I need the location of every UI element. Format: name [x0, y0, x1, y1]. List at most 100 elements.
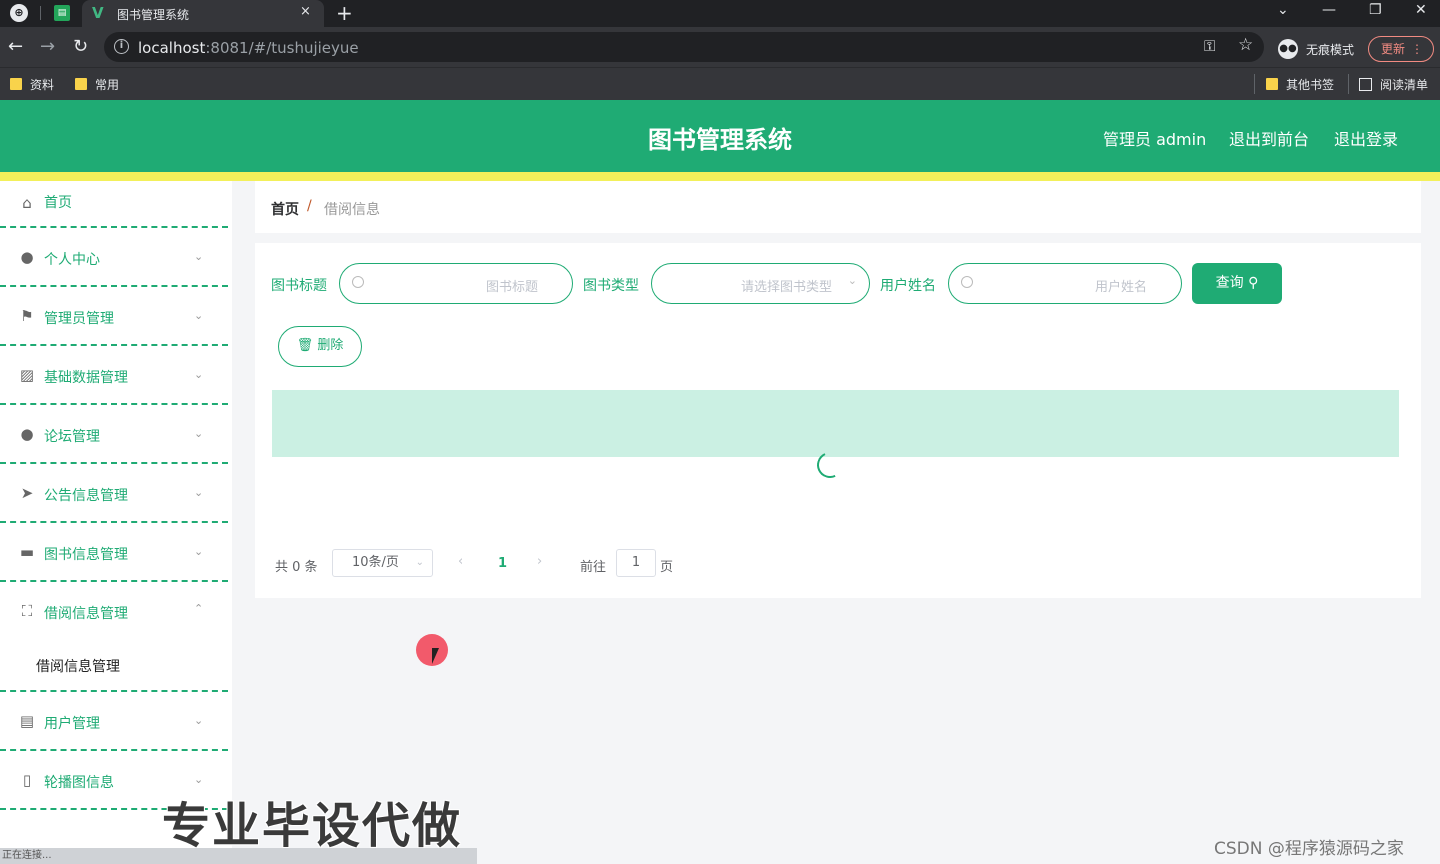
logout-link[interactable]: 退出登录 [1334, 126, 1398, 150]
sidebar-item-notice[interactable]: ➤ 公告信息管理 ⌄ [0, 464, 228, 523]
bookmark-other[interactable]: 其他书签 [1266, 76, 1334, 93]
bookmark-star-icon[interactable]: ☆ [1238, 35, 1253, 55]
next-page-icon[interactable]: › [537, 554, 542, 569]
type-filter-label: 图书类型 [583, 278, 639, 294]
sidebar-item-label: 个人中心 [44, 252, 100, 268]
mouse-cursor-icon [432, 648, 439, 664]
update-button[interactable]: 更新 ⋮ [1368, 36, 1434, 62]
browser-app-icon[interactable]: ⊕ [10, 4, 28, 22]
url-bar[interactable]: i localhost:8081/#/tushujieyue ⚿ ☆ [104, 32, 1264, 62]
exit-to-front-link[interactable]: 退出到前台 [1229, 126, 1309, 150]
prev-page-icon[interactable]: ‹ [458, 554, 463, 569]
minimize-icon[interactable]: — [1322, 2, 1336, 18]
chevron-down-icon: ⌄ [415, 557, 424, 568]
chevron-down-icon: ⌄ [194, 545, 204, 558]
reading-list[interactable]: 阅读清单 [1359, 76, 1428, 93]
incognito-icon[interactable]: ●● [1278, 39, 1298, 59]
home-icon: ⌂ [22, 194, 32, 212]
delete-button[interactable]: 🗑 删除 [278, 326, 362, 367]
type-placeholder: 请选择图书类型 [741, 280, 833, 295]
sidebar-item-label: 公告信息管理 [44, 488, 128, 504]
user-search-input[interactable]: 用户姓名 [948, 263, 1182, 304]
goto-page-input[interactable]: 1 [616, 549, 656, 577]
sidebar-item-borrow-info[interactable]: ⛶ 借阅信息管理 ⌃ [0, 582, 228, 641]
window-close-icon[interactable]: ✕ [1415, 2, 1427, 18]
bookmark-separator [1254, 74, 1255, 94]
browser-tab-bar: ⊕ ▤ V 图书管理系统 × + ⌄ — ❐ ✕ [0, 0, 1440, 27]
pinned-tab-icon[interactable]: ▤ [54, 5, 70, 21]
title-search-input[interactable]: 图书标题 [339, 263, 573, 304]
reading-list-label: 阅读清单 [1380, 78, 1429, 92]
main-panel: 图书标题 图书标题 图书类型 请选择图书类型 ⌄ 用户姓名 用户姓名 查询 ⚲ … [255, 243, 1421, 598]
back-icon[interactable]: ← [8, 36, 23, 57]
bookmark-folder-ziliao[interactable]: 资料 [10, 76, 54, 93]
more-menu-icon[interactable]: ⋮ [1411, 37, 1423, 61]
document-icon: ▤ [19, 712, 35, 730]
type-select[interactable]: 请选择图书类型 ⌄ [651, 263, 870, 304]
bookmarks-bar: 资料 常用 其他书签 阅读清单 [0, 67, 1440, 100]
forward-icon[interactable]: → [40, 36, 55, 57]
sidebar-item-book-info[interactable]: ▬ 图书信息管理 ⌄ [0, 523, 228, 582]
reading-list-icon [1359, 78, 1372, 91]
sidebar-item-label: 基础数据管理 [44, 370, 128, 386]
reload-icon[interactable]: ↻ [73, 36, 88, 57]
site-info-icon[interactable]: i [114, 39, 129, 54]
folder-icon [10, 78, 22, 90]
new-tab-icon[interactable]: + [336, 1, 353, 25]
vue-logo-icon: V [92, 4, 104, 22]
bookmark-folder-changyong[interactable]: 常用 [75, 76, 119, 93]
sidebar-item-personal-center[interactable]: ● 个人中心 ⌄ [0, 228, 228, 287]
query-button[interactable]: 查询 ⚲ [1192, 263, 1282, 304]
admin-label: 管理员 admin [1103, 130, 1207, 149]
user-icon: ● [20, 425, 34, 443]
url-text[interactable]: localhost:8081/#/tushujieyue [138, 39, 359, 57]
sidebar-item-base-data[interactable]: ▨ 基础数据管理 ⌄ [0, 346, 228, 405]
chevron-down-icon: ⌄ [194, 486, 204, 499]
page-number-active[interactable]: 1 [498, 556, 507, 571]
sidebar-item-admin-mgmt[interactable]: ⚑ 管理员管理 ⌄ [0, 287, 228, 346]
user-filter-label: 用户姓名 [880, 278, 936, 294]
sidebar-item-forum[interactable]: ● 论坛管理 ⌄ [0, 405, 228, 464]
chevron-up-icon: ⌃ [194, 602, 204, 615]
tab-close-icon[interactable]: × [300, 4, 311, 19]
pagination-total: 共 0 条 [275, 560, 318, 575]
sidebar-item-label: 轮播图信息 [44, 775, 114, 791]
sidebar-item-home[interactable]: ⌂ 首页 [0, 181, 228, 228]
breadcrumb-separator: / [307, 198, 312, 214]
chevron-down-icon: ⌄ [194, 250, 204, 263]
restore-icon[interactable]: ❐ [1369, 2, 1382, 18]
csdn-credit: CSDN @程序猿源码之家 [1214, 839, 1404, 859]
incognito-label: 无痕模式 [1306, 43, 1355, 57]
active-tab[interactable]: V 图书管理系统 × [82, 0, 324, 27]
sidebar-item-label: 首页 [44, 195, 72, 211]
search-icon [352, 276, 364, 288]
sidebar-item-label: 借阅信息管理 [44, 606, 128, 622]
chevron-down-icon: ⌄ [194, 309, 204, 322]
update-label: 更新 [1381, 42, 1406, 56]
goto-label: 前往 [580, 560, 607, 575]
folder-icon [75, 78, 87, 90]
table-header-loading [272, 390, 1399, 457]
title-filter-label: 图书标题 [271, 278, 327, 294]
delete-label: 删除 [317, 338, 344, 353]
tab-search-chevron-icon[interactable]: ⌄ [1277, 2, 1289, 18]
send-icon: ➤ [20, 484, 34, 502]
page-size-select[interactable]: 10条/页 ⌄ [332, 549, 433, 577]
sidebar-item-label: 论坛管理 [44, 429, 100, 445]
user-icon: ● [20, 248, 34, 266]
sidebar-subitem-borrow-info[interactable]: 借阅信息管理 [0, 641, 228, 692]
app-title: 图书管理系统 [648, 126, 792, 154]
header-accent-strip [0, 172, 1440, 181]
chevron-down-icon: ⌄ [194, 368, 204, 381]
breadcrumb-home[interactable]: 首页 [271, 199, 299, 219]
sidebar-item-user-mgmt[interactable]: ▤ 用户管理 ⌄ [0, 692, 228, 751]
page-size-value: 10条/页 [352, 555, 399, 570]
breadcrumb-current: 借阅信息 [324, 202, 380, 218]
address-toolbar: ← → ↻ i localhost:8081/#/tushujieyue ⚿ ☆… [0, 27, 1440, 67]
bookmark-label: 常用 [95, 78, 120, 92]
sidebar-item-label: 管理员管理 [44, 311, 114, 327]
watermark-text: 专业毕设代做 [162, 798, 463, 854]
briefcase-icon: ▬ [19, 543, 35, 561]
password-key-icon[interactable]: ⚿ [1204, 37, 1215, 55]
search-icon [961, 276, 973, 288]
